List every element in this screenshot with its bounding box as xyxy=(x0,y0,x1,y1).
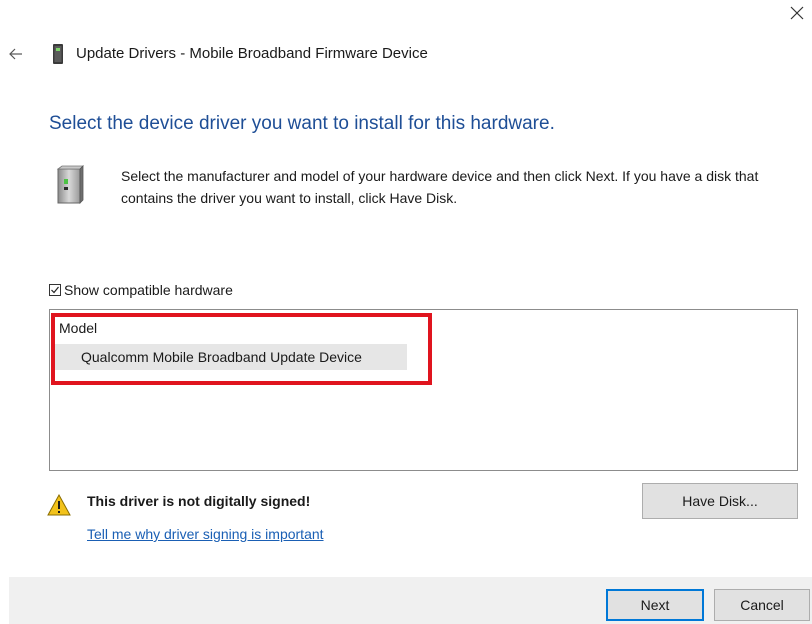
instructions-text: Select the manufacturer and model of you… xyxy=(121,168,759,206)
model-column-header: Model xyxy=(59,320,98,336)
back-arrow-icon[interactable] xyxy=(6,44,26,64)
model-list[interactable]: Model Qualcomm Mobile Broadband Update D… xyxy=(49,309,798,471)
show-compatible-checkbox[interactable]: Show compatible hardware xyxy=(49,282,233,298)
warning-icon xyxy=(47,493,71,516)
unsigned-warning-text: This driver is not digitally signed! xyxy=(87,493,311,509)
device-icon xyxy=(51,43,65,65)
driver-signing-link[interactable]: Tell me why driver signing is important xyxy=(87,526,324,542)
hardware-icon xyxy=(50,165,86,207)
cancel-button[interactable]: Cancel xyxy=(714,589,810,621)
checkbox-checked-icon[interactable] xyxy=(49,284,61,296)
show-compatible-label: Show compatible hardware xyxy=(64,282,233,298)
window-title: Update Drivers - Mobile Broadband Firmwa… xyxy=(76,45,428,62)
model-list-item[interactable]: Qualcomm Mobile Broadband Update Device xyxy=(53,344,407,370)
page-heading: Select the device driver you want to ins… xyxy=(49,113,555,134)
update-drivers-window: Update Drivers - Mobile Broadband Firmwa… xyxy=(0,0,812,624)
have-disk-button[interactable]: Have Disk... xyxy=(642,483,798,519)
next-button[interactable]: Next xyxy=(606,589,704,621)
close-icon[interactable] xyxy=(788,4,806,22)
